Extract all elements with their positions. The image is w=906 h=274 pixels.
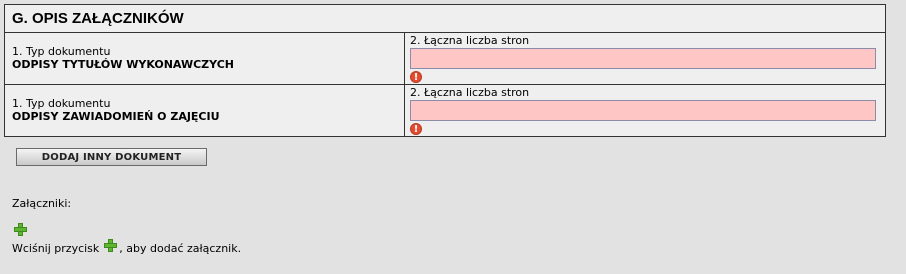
document-row: 1. Typ dokumentu ODPISY ZAWIADOMIEŃ O ZA… bbox=[5, 85, 885, 137]
attachments-label: Załączniki: bbox=[12, 197, 72, 210]
document-type-cell: 1. Typ dokumentu ODPISY TYTUŁÓW WYKONAWC… bbox=[5, 33, 405, 84]
hint-text-before: Wciśnij przycisk bbox=[12, 242, 100, 255]
document-type-value: ODPISY TYTUŁÓW WYKONAWCZYCH bbox=[12, 58, 234, 71]
attachments-description-section: G. OPIS ZAŁĄCZNIKÓW 1. Typ dokumentu ODP… bbox=[4, 4, 886, 137]
error-icon: ! bbox=[410, 71, 422, 83]
page-count-input[interactable] bbox=[410, 48, 876, 69]
attachments-hint: Wciśnij przycisk , aby dodać załącznik. bbox=[12, 239, 242, 255]
page-count-input[interactable] bbox=[410, 100, 876, 121]
add-document-button[interactable]: DODAJ INNY DOKUMENT bbox=[16, 148, 207, 166]
section-title: G. OPIS ZAŁĄCZNIKÓW bbox=[5, 5, 885, 33]
page-count-cell: 2. Łączna liczba stron ! bbox=[405, 33, 885, 84]
document-row: 1. Typ dokumentu ODPISY TYTUŁÓW WYKONAWC… bbox=[5, 33, 885, 85]
page-count-label: 2. Łączna liczba stron bbox=[410, 34, 530, 47]
error-icon: ! bbox=[410, 123, 422, 135]
plus-icon bbox=[104, 239, 118, 252]
page-count-label: 2. Łączna liczba stron bbox=[410, 86, 530, 99]
hint-text-after: , aby dodać załącznik. bbox=[119, 242, 242, 255]
add-attachment-plus-icon[interactable] bbox=[14, 223, 27, 236]
page-count-cell: 2. Łączna liczba stron ! bbox=[405, 85, 885, 136]
document-type-label: 1. Typ dokumentu bbox=[12, 97, 111, 110]
document-type-value: ODPISY ZAWIADOMIEŃ O ZAJĘCIU bbox=[12, 110, 220, 123]
document-type-label: 1. Typ dokumentu bbox=[12, 45, 111, 58]
document-type-cell: 1. Typ dokumentu ODPISY ZAWIADOMIEŃ O ZA… bbox=[5, 85, 405, 136]
